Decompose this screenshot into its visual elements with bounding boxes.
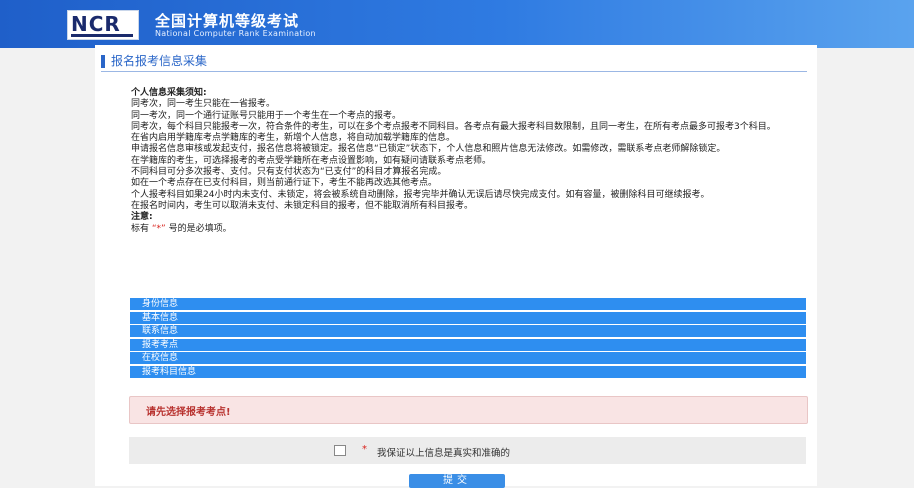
section-bar-contact[interactable]: 联系信息: [130, 325, 806, 337]
notice-line: 同考次，每个科目只能报考一次，符合条件的考生，可以在多个考点报考不同科目。各考点…: [131, 121, 776, 132]
notice-block: 个人信息采集须知: 同考次，同一考生只能在一省报考。 同一考次，同一个通行证账号…: [131, 88, 801, 235]
notice-line: 在报名时间内，考生可以取消未支付、未锁定科目的报考，但不能取消所有科目报考。: [131, 200, 474, 211]
notice-line: 个人报考科目如果24小时内未支付、未锁定，将会被系统自动删除，报考完毕并确认无误…: [131, 189, 710, 200]
confirm-label[interactable]: 我保证以上信息是真实和准确的: [377, 445, 510, 459]
confirm-checkbox[interactable]: [334, 445, 346, 456]
ncre-logo: NCR: [67, 10, 139, 40]
logo-strip: [71, 34, 133, 37]
notice-line: 不同科目可分多次报考、支付。只有支付状态为“已支付”的科目才算报名完成。: [131, 167, 447, 178]
notice-line: 同一考次，同一个通行证账号只能用于一个考生在一个考点的报考。: [131, 110, 402, 121]
alert-text: 请先选择报考考点!: [146, 407, 231, 418]
required-note: 标有 “*” 号的是必填项。: [131, 224, 801, 235]
section-bar-school[interactable]: 在校信息: [130, 352, 806, 364]
notice-line: 同考次，同一考生只能在一省报考。: [131, 99, 276, 110]
notice-line: 在学籍库的考生，可选择报考的考点受学籍所在考点设置影响，如有疑问请联系考点老师。: [131, 155, 492, 166]
section-divider: [101, 71, 807, 72]
note-suffix: 号的是必填项。: [168, 223, 232, 234]
header-bar: NCR 全国计算机等级考试 National Computer Rank Exa…: [0, 0, 914, 48]
logo-mark: NCR: [71, 12, 121, 36]
required-star: *: [362, 444, 367, 455]
site-subtitle: National Computer Rank Examination: [155, 29, 316, 38]
note-prefix: 标有: [131, 223, 150, 234]
notice-line: 如在一个考点存在已支付科目，则当前通行证下，考生不能再改选其他考点。: [131, 178, 438, 189]
section-bar-exam-site[interactable]: 报考考点: [130, 338, 806, 351]
error-alert: 请先选择报考考点!: [129, 396, 808, 424]
notice-heading: 个人信息采集须知:: [131, 88, 207, 98]
notice-line: 在省内启用学籍库考点学籍库的考生，新增个人信息，将自动加载学籍库的信息。: [131, 133, 456, 144]
form-sections: 身份信息 基本信息 联系信息 报考考点 在校信息 报考科目信息: [130, 298, 806, 379]
section-bar-subjects[interactable]: 报考科目信息: [130, 365, 806, 378]
confirm-row: * 我保证以上信息是真实和准确的: [129, 437, 806, 464]
section-title: 报名报考信息采集: [101, 55, 207, 68]
required-star: “*”: [151, 223, 166, 234]
notice-line: 申请报名信息审核或发起支付，报名信息将被锁定。报名信息“已锁定”状态下，个人信息…: [131, 144, 726, 155]
site-title: 全国计算机等级考试: [155, 12, 300, 30]
section-bar-basic[interactable]: 基本信息: [130, 311, 806, 324]
section-bar-identity[interactable]: 身份信息: [130, 298, 806, 310]
note-label: 注意:: [131, 212, 153, 223]
